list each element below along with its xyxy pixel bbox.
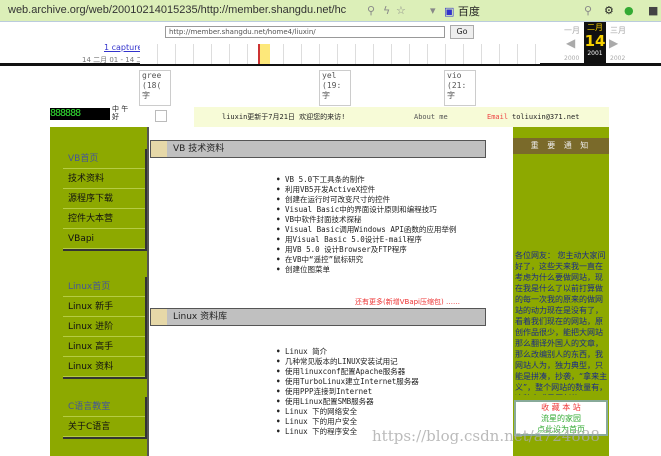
next-arrow-icon[interactable]: ▶ [609,36,618,50]
list-item[interactable]: Linux 下的用户安全 [276,417,419,427]
linux-article-list: Linux 简介 几种常见版本的LINUX安装试用记 使用linuxconf配置… [276,347,419,437]
list-item[interactable]: 使用TurboLinux建立Internet服务器 [276,377,419,387]
vb-menu: VB首页 技术资料 源程序下载 控件大本营 VBapi [63,149,147,251]
list-item[interactable]: Visual Basic中的界面设计原则和编程技巧 [276,205,456,215]
vb-article-list: VB 5.0下工具条的制作 利用VB5开发ActiveX控件 创建在运行时可改变… [276,175,456,275]
list-item[interactable]: VB 5.0下工具条的制作 [276,175,456,185]
menu-icon[interactable]: ■ [648,4,658,17]
list-item[interactable]: 用Visual Basic 5.0设计E-mail程序 [276,235,456,245]
broken-image: gree (18(字 [139,70,171,106]
menu-item[interactable]: Linux 进阶 [63,317,145,337]
url-input[interactable]: web.archive.org/web/20010214015235/http:… [8,4,346,16]
menu-item[interactable]: VB首页 [63,149,145,169]
extension-icon[interactable]: ● [624,4,634,17]
star-icon[interactable]: ☆ [396,4,406,17]
list-item[interactable]: 使用PPP连接到Internet [276,387,419,397]
list-item[interactable]: 使用linuxconf配置Apache服务器 [276,367,419,377]
next-year[interactable]: 2002 [610,55,625,62]
gear-icon[interactable]: ⚙ [604,4,614,17]
list-item[interactable]: 创建位图菜单 [276,265,456,275]
more-link[interactable]: 还有更多(新增VBapi压缩包) …… [355,297,460,307]
next-month[interactable]: 三月 [610,25,626,36]
list-item[interactable]: 几种常见版本的LINUX安装试用记 [276,357,419,367]
list-item[interactable]: 使用Linux配置SMB服务器 [276,397,419,407]
email-label: Email [487,113,509,121]
dropdown-icon[interactable]: ▾ [430,4,436,17]
current-date: 二月 14 2001 [584,22,606,66]
email-link[interactable]: toliuxin@371.net [512,107,579,127]
update-text: liuxin更新于7月21日 欢迎您的来访! [222,113,346,121]
header-bar: liuxin更新于7月21日 欢迎您的来访! About me Email to… [194,107,609,127]
prev-month[interactable]: 一月 [564,25,580,36]
list-item[interactable]: 用VB 5.0 设计Browser及FTP程序 [276,245,456,255]
c-menu: C语言教室 关于C语言 [63,397,147,439]
linux-section-header: Linux 资料库 [150,308,486,326]
menu-item[interactable]: Linux首页 [63,277,145,297]
list-item[interactable]: 在VB中“遥控”鼠标研究 [276,255,456,265]
sidebar: VB首页 技术资料 源程序下载 控件大本营 VBapi Linux首页 Linu… [50,127,149,456]
current-year: 2001 [587,50,603,57]
greeting: 中 午 好 [112,105,129,121]
browser-address-bar: web.archive.org/web/20010214015235/http:… [0,0,661,22]
notice-title: 重 要 通 知 [513,138,609,154]
list-item[interactable]: Linux 下的网络安全 [276,407,419,417]
site-name: 流星的家园 [541,414,581,423]
notice-text: 各位网友： 您主动大家问好了，这些天来我一直在考虑为什么要做网站，现在我是什么了… [515,251,608,395]
linux-menu: Linux首页 Linux 新手 Linux 进阶 Linux 高手 Linux… [63,277,147,379]
broken-image: yel (19: 字 [319,70,351,106]
prev-year[interactable]: 2000 [564,55,579,62]
search-box[interactable]: ▣ 百度 [444,3,604,19]
timeline-marker [258,44,270,64]
broken-image-icon [155,110,167,122]
broken-image: vio (21: 字 [444,70,476,106]
menu-item[interactable]: Linux 新手 [63,297,145,317]
vb-section-header: VB 技术资料 [150,140,486,158]
bookmark-link[interactable]: 收 藏 本 站 [516,402,606,413]
prev-arrow-icon[interactable]: ◀ [566,36,575,50]
menu-item[interactable]: VBapi [63,229,145,249]
clock-display: 888888 [50,108,110,120]
list-item[interactable]: 利用VB5开发ActiveX控件 [276,185,456,195]
current-day: 14 [584,32,606,50]
menu-item[interactable]: Linux 高手 [63,337,145,357]
watermark: https://blog.csdn.net/a724888 [372,427,600,445]
capture-timeline[interactable] [140,44,540,64]
lightning-icon[interactable]: ϟ [383,4,390,17]
list-item[interactable]: VB中软件封面技术探秘 [276,215,456,225]
search-icon[interactable]: ⚲ [367,4,375,17]
baidu-icon: ▣ [444,5,455,18]
wayback-url-field[interactable]: http://member.shangdu.net/home4/liuxin/ [165,26,445,38]
list-item[interactable]: 创建在运行时可改变尺寸的控件 [276,195,456,205]
menu-item[interactable]: 控件大本营 [63,209,145,229]
go-button[interactable]: Go [450,25,474,39]
menu-item[interactable]: Linux 资料 [63,357,145,377]
menu-item[interactable]: 关于C语言 [63,417,145,437]
list-item[interactable]: Linux 简介 [276,347,419,357]
menu-item[interactable]: 技术资料 [63,169,145,189]
search-engine-label: 百度 [457,5,480,18]
list-item[interactable]: Visual Basic调用Windows API函数的应用举例 [276,225,456,235]
menu-item[interactable]: 源程序下载 [63,189,145,209]
menu-item[interactable]: C语言教室 [63,397,145,417]
search-button-icon[interactable]: ⚲ [584,4,592,17]
about-link[interactable]: About me [414,107,448,127]
